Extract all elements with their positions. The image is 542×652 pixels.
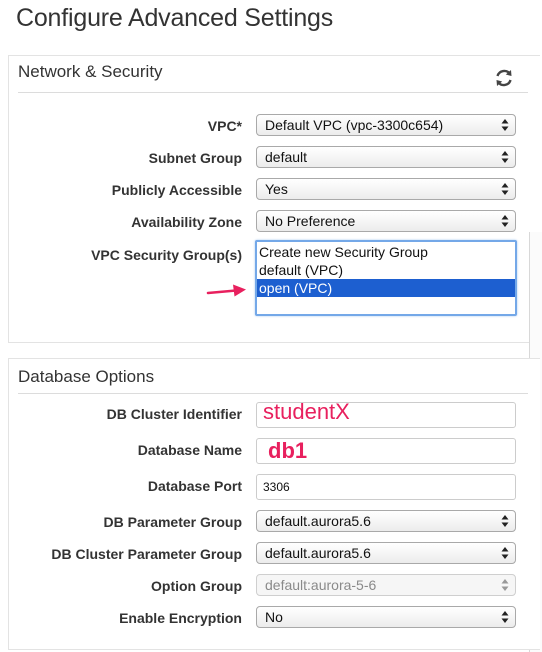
db-cluster-parameter-group-value: default.aurora5.6	[265, 545, 371, 561]
updown-arrows-icon	[501, 515, 509, 527]
enable-encryption-select[interactable]: No	[256, 606, 516, 628]
enable-encryption-value: No	[265, 609, 283, 625]
pointer-arrow-icon	[206, 284, 246, 297]
subnet-group-select[interactable]: default	[256, 146, 516, 168]
subnet-group-label: Subnet Group	[148, 150, 242, 166]
list-option-default-vpc[interactable]: default (VPC)	[257, 261, 515, 279]
availability-zone-label: Availability Zone	[131, 214, 242, 230]
enable-encryption-label: Enable Encryption	[119, 610, 242, 626]
updown-arrows-icon	[501, 579, 509, 591]
option-group-value: default:aurora-5-6	[265, 577, 377, 593]
updown-arrows-icon	[501, 151, 509, 163]
updown-arrows-icon	[501, 183, 509, 195]
database-options-rule	[18, 393, 528, 394]
option-group-label: Option Group	[151, 578, 242, 594]
updown-arrows-icon	[501, 547, 509, 559]
publicly-accessible-value: Yes	[265, 181, 288, 197]
vpc-select-value: Default VPC (vpc-3300c654)	[265, 117, 444, 133]
database-port-input[interactable]: 3306	[256, 474, 516, 500]
refresh-icon[interactable]	[493, 67, 515, 89]
database-options-header: Database Options	[18, 367, 155, 386]
page-title: Configure Advanced Settings	[16, 4, 334, 32]
network-security-rule	[18, 92, 528, 93]
db-parameter-group-value: default.aurora5.6	[265, 513, 371, 529]
db-cluster-parameter-group-select[interactable]: default.aurora5.6	[256, 542, 516, 564]
network-security-header: Network & Security	[18, 62, 163, 81]
database-name-annotation: db1	[268, 438, 308, 463]
database-name-label: Database Name	[137, 442, 242, 458]
security-groups-listbox[interactable]: Create new Security Group default (VPC) …	[255, 240, 517, 316]
publicly-accessible-label: Publicly Accessible	[111, 182, 242, 198]
updown-arrows-icon	[501, 119, 509, 131]
subnet-group-value: default	[265, 149, 308, 165]
updown-arrows-icon	[501, 611, 509, 623]
option-group-select: default:aurora-5-6	[256, 574, 516, 596]
updown-arrows-icon	[501, 215, 509, 227]
vpc-label: VPC*	[207, 118, 242, 134]
db-parameter-group-select[interactable]: default.aurora5.6	[256, 510, 516, 532]
list-option-open-vpc[interactable]: open (VPC)	[257, 279, 515, 297]
db-cluster-parameter-group-label: DB Cluster Parameter Group	[51, 546, 242, 562]
database-port-label: Database Port	[147, 478, 242, 494]
security-groups-label: VPC Security Group(s)	[91, 247, 242, 263]
list-option-create-new[interactable]: Create new Security Group	[257, 243, 515, 261]
db-parameter-group-label: DB Parameter Group	[103, 514, 242, 530]
cluster-id-annotation: studentX	[263, 399, 350, 424]
db-cluster-identifier-label: DB Cluster Identifier	[106, 406, 242, 422]
availability-zone-select[interactable]: No Preference	[256, 210, 516, 232]
vpc-select[interactable]: Default VPC (vpc-3300c654)	[256, 114, 516, 136]
publicly-accessible-select[interactable]: Yes	[256, 178, 516, 200]
availability-zone-value: No Preference	[265, 213, 356, 229]
